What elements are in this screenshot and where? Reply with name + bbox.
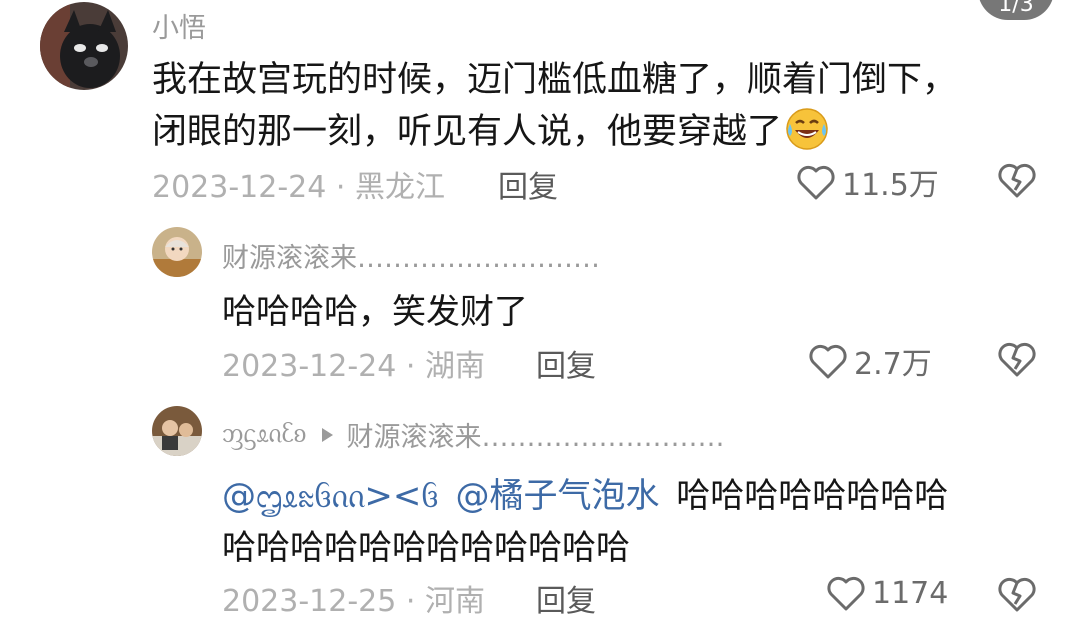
reply-text-line-2: 哈哈哈哈哈哈哈哈哈哈哈哈 xyxy=(222,528,630,568)
dislike-button[interactable] xyxy=(996,160,1038,204)
like-count: 1174 xyxy=(872,575,949,611)
reply-button[interactable]: 回复 xyxy=(536,576,596,620)
mention-link[interactable]: @橘子气泡水 xyxy=(455,476,659,516)
reply-to-username[interactable]: 财源滚滚来……………………… xyxy=(347,415,725,454)
like-button[interactable]: 2.7万 xyxy=(808,339,932,383)
heart-icon xyxy=(797,165,835,200)
reply-text: 哈哈哈哈哈哈哈哈 xyxy=(676,476,949,516)
reply-header: ᦀᦓᦸᦵᦷᦈ 财源滚滚来……………………… xyxy=(222,415,725,454)
reply-button[interactable]: 回复 xyxy=(536,341,596,385)
avatar[interactable] xyxy=(152,227,202,277)
dislike-button[interactable] xyxy=(996,339,1038,383)
avatar[interactable] xyxy=(152,406,202,456)
like-count: 2.7万 xyxy=(854,347,932,382)
page-counter-text: 1/3 xyxy=(998,0,1034,17)
comment-text-line-2: 闭眼的那一刻，听见有人说，他要穿越了 xyxy=(152,103,830,154)
heart-icon xyxy=(809,344,847,379)
like-button[interactable]: 11.5万 xyxy=(796,160,939,204)
reply-text-line: @ᦗᦸᦰᦑᦶ><ᦑ @橘子气泡水 哈哈哈哈哈哈哈哈 xyxy=(222,468,948,518)
like-count: 11.5万 xyxy=(842,168,939,203)
reply-username[interactable]: ᦀᦓᦸᦵᦷᦈ xyxy=(222,418,307,451)
cat-avatar-icon xyxy=(40,2,128,90)
reply-button[interactable]: 回复 xyxy=(498,162,558,206)
page-counter-badge: 1/3 xyxy=(978,0,1054,20)
broken-heart-icon xyxy=(998,577,1036,612)
reply-username[interactable]: 财源滚滚来……………………… xyxy=(222,236,600,275)
mention-link[interactable]: @ᦗᦸᦰᦑᦶ><ᦑ xyxy=(222,476,439,516)
broken-heart-icon xyxy=(998,163,1036,198)
like-button[interactable]: 1174 xyxy=(826,574,948,612)
comment-text-line: 我在故宫玩的时候，迈门槛低血糖了，顺着门倒下， xyxy=(152,60,958,100)
comment-date-location: 2023-12-24 · 黑龙江 xyxy=(152,170,445,205)
elder-figure-avatar-icon xyxy=(152,227,202,277)
reply-date-location: 2023-12-25 · 河南 xyxy=(222,584,485,619)
broken-heart-icon xyxy=(998,342,1036,377)
group-photo-avatar-icon xyxy=(152,406,202,456)
reply-date-location: 2023-12-24 · 湖南 xyxy=(222,349,485,384)
dislike-button[interactable] xyxy=(996,574,1038,618)
heart-icon xyxy=(827,576,865,611)
avatar[interactable] xyxy=(40,2,128,90)
reply-text: 哈哈哈哈，笑发财了 xyxy=(222,292,528,332)
comment-username[interactable]: 小悟 xyxy=(152,6,206,45)
reply-arrow-icon xyxy=(321,427,333,442)
laughing-crying-emoji-icon xyxy=(786,107,828,150)
